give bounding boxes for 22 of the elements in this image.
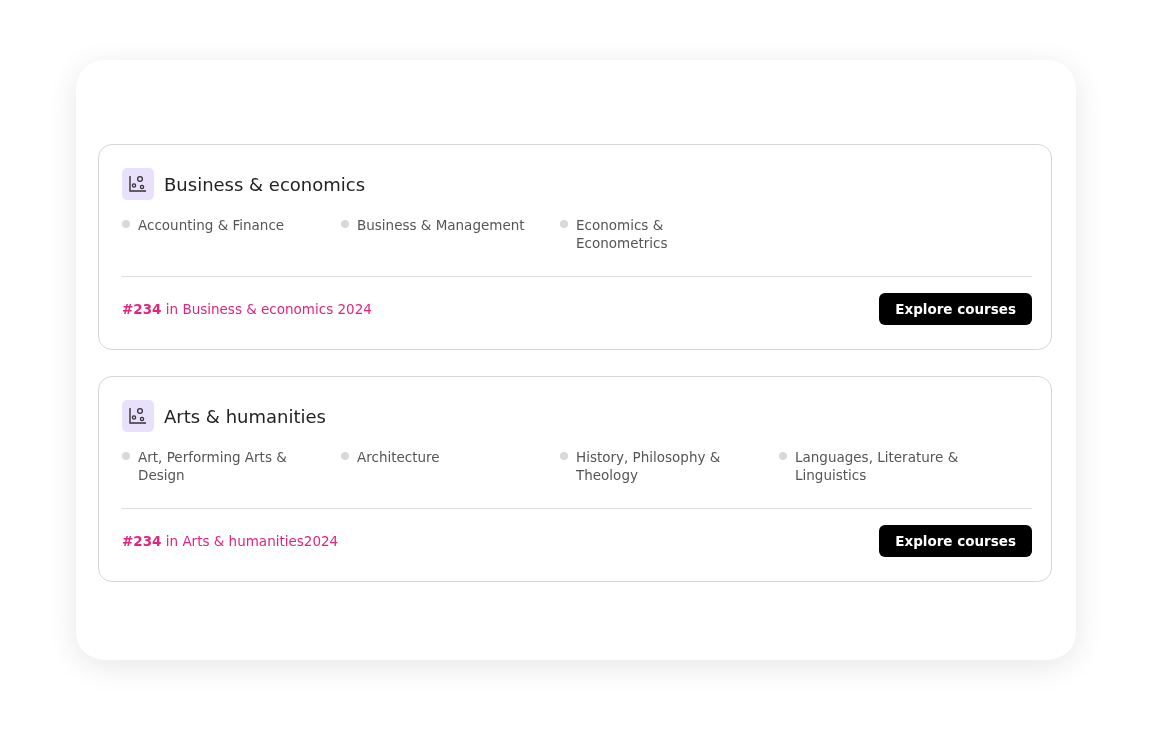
chart-icon — [122, 168, 154, 200]
subject-label: Economics & Econometrics — [576, 216, 669, 253]
chart-icon — [122, 400, 154, 432]
subject-label: Architecture — [357, 448, 441, 467]
subject-label: Accounting & Finance — [138, 216, 286, 235]
category-title: Business & economics — [164, 173, 366, 195]
explore-courses-button[interactable]: Explore courses — [879, 293, 1032, 325]
subject-label: Art, Performing Arts & Design — [138, 448, 288, 485]
bullet-dot — [560, 220, 568, 228]
category-title: Arts & humanities — [164, 405, 326, 427]
ranking-text: #234 in Arts & humanities2024 — [122, 533, 339, 549]
bullet-dot — [341, 452, 349, 460]
ranking-text: #234 in Business & economics 2024 — [122, 301, 372, 317]
explore-courses-button[interactable]: Explore courses — [879, 525, 1032, 557]
subject-label: History, Philosophy & Theology — [576, 448, 722, 485]
bullet-dot — [341, 220, 349, 228]
subject-label: Languages, Literature & Linguistics — [795, 448, 960, 485]
bullet-dot — [122, 220, 130, 228]
bullet-dot — [122, 452, 130, 460]
bullet-dot — [779, 452, 787, 460]
bullet-dot — [560, 452, 568, 460]
subject-label: Business & Management — [357, 216, 526, 235]
